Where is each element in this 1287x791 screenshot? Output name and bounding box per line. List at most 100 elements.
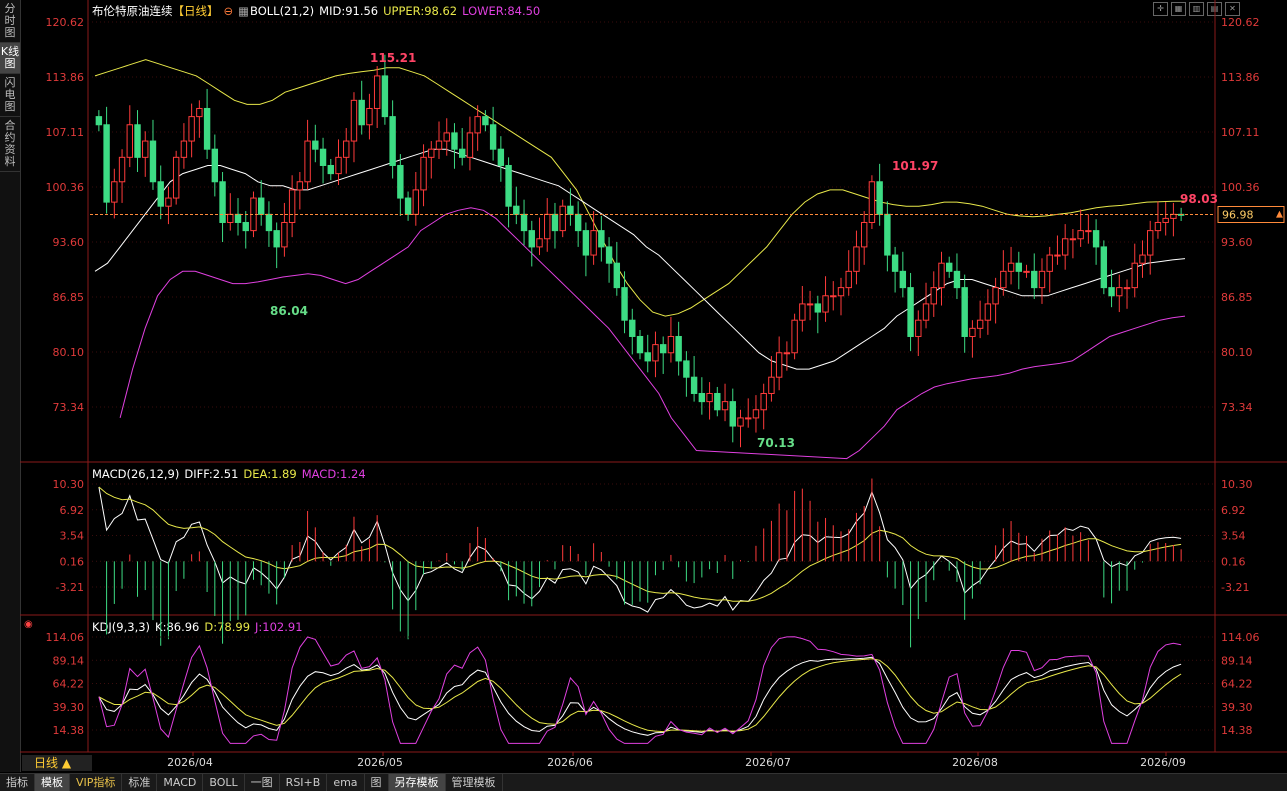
bottom-tab-8[interactable]: ema [327, 774, 365, 791]
price-tick-left: 73.34 [53, 401, 85, 414]
kdj-tick-right: 114.06 [1221, 631, 1260, 644]
candle-body [814, 303, 822, 313]
candle-body [1023, 270, 1030, 273]
bottom-tab-2[interactable]: VIP指标 [70, 774, 123, 791]
kdj-tick-left: 64.22 [53, 678, 85, 691]
candle-body [853, 246, 860, 272]
bottom-tab-9[interactable]: 图 [365, 774, 389, 791]
candle-body [1038, 270, 1046, 289]
macd-tick-right: -3.21 [1221, 581, 1249, 594]
candle-body [976, 319, 984, 329]
macd-tick-left: 6.92 [60, 504, 85, 517]
price-annotation: 115.21 [370, 51, 416, 65]
candle-body [915, 319, 922, 337]
candle-body [265, 213, 273, 232]
candle-body [157, 181, 164, 207]
bottom-tab-0[interactable]: 指标 [0, 774, 35, 791]
price-tick-left: 120.62 [46, 16, 85, 29]
bottom-tab-3[interactable]: 标准 [122, 774, 158, 791]
candle-body [698, 392, 706, 403]
bottom-tab-7[interactable]: RSI+B [280, 774, 328, 791]
candle-body [961, 287, 968, 337]
candle-body [799, 303, 806, 321]
price-tick-right: 113.86 [1221, 71, 1260, 84]
chart-canvas[interactable]: 120.62 120.62 113.86 113.86 107.11 107.11 100.… [0, 0, 1287, 790]
macd-tick-right: 10.30 [1221, 478, 1253, 491]
macd-tick-left: 0.16 [60, 555, 85, 568]
candle-body [335, 156, 342, 175]
candle-body [667, 335, 675, 354]
price-tick-left: 80.10 [53, 346, 85, 359]
x-axis-label: 2026/05 [357, 756, 403, 769]
bottom-tab-4[interactable]: MACD [157, 774, 204, 791]
kdj-tick-right: 39.30 [1221, 701, 1253, 714]
candle-body [258, 197, 265, 215]
candle-body [219, 181, 226, 223]
bottom-tab-5[interactable]: BOLL [203, 774, 245, 791]
candle-body [791, 319, 798, 354]
candle-body [907, 287, 914, 337]
last-price-text: 96.98 [1222, 209, 1254, 222]
candle-body [397, 164, 404, 199]
macd-tick-left: 3.54 [60, 530, 85, 543]
candle-body [1007, 262, 1015, 272]
candle-body [203, 107, 211, 150]
kdj-tick-left: 39.30 [53, 701, 85, 714]
candle-body [482, 116, 489, 126]
candle-body [806, 303, 814, 306]
candle-body [188, 116, 195, 142]
price-tick-left: 100.36 [46, 181, 85, 194]
x-axis-label: 2026/08 [952, 756, 998, 769]
candle-body [273, 230, 280, 248]
candle-body [404, 197, 412, 215]
macd-tick-right: 6.92 [1221, 504, 1246, 517]
bottom-tab-11[interactable]: 管理模板 [446, 774, 503, 791]
kdj-tick-right: 64.22 [1221, 678, 1253, 691]
candle-body [899, 270, 907, 289]
candle-body [134, 124, 141, 158]
candle-body [489, 124, 497, 150]
x-axis-label: 2026/09 [1140, 756, 1186, 769]
candle-body [675, 335, 682, 362]
candle-body [1139, 254, 1146, 264]
price-annotation: 101.97 [892, 159, 938, 173]
candle-body [683, 360, 690, 378]
candle-body [1000, 270, 1007, 289]
candle-body [714, 392, 721, 411]
price-tick-right: 93.60 [1221, 236, 1253, 249]
price-annotation: 86.04 [270, 304, 308, 318]
candle-body [884, 213, 891, 256]
candle-body [992, 287, 999, 305]
candle-body [304, 140, 311, 183]
candle-body [946, 262, 953, 272]
candle-body [1131, 262, 1138, 289]
candle-body [242, 221, 249, 232]
x-axis-label: 2026/04 [167, 756, 213, 769]
candle-body [288, 189, 296, 223]
price-tick-left: 93.60 [53, 236, 85, 249]
price-tick-left: 107.11 [46, 126, 85, 139]
candle-body [868, 181, 876, 223]
candle-body [605, 246, 613, 264]
candle-body [621, 287, 628, 321]
candle-body [1154, 221, 1162, 232]
candle-body [760, 392, 767, 411]
kdj-tick-left: 14.38 [53, 724, 85, 737]
candle-body [373, 75, 381, 109]
candle-body [830, 295, 837, 298]
kdj-k-line [98, 656, 1182, 736]
candle-body [1061, 238, 1069, 256]
bottom-tab-10[interactable]: 另存模板 [388, 774, 446, 791]
candle-body [428, 148, 435, 158]
candle-body [381, 75, 389, 118]
period-button[interactable]: 日线 ▲ [22, 755, 92, 771]
candle-body [938, 262, 945, 289]
candle-body [745, 417, 752, 420]
candle-body [350, 99, 358, 142]
bottom-tab-1[interactable]: 模板 [35, 774, 70, 791]
candle-body [822, 295, 829, 313]
candle-body [343, 140, 350, 158]
bottom-tab-6[interactable]: 一图 [245, 774, 280, 791]
candle-body [1046, 254, 1053, 272]
candle-body [652, 344, 659, 362]
